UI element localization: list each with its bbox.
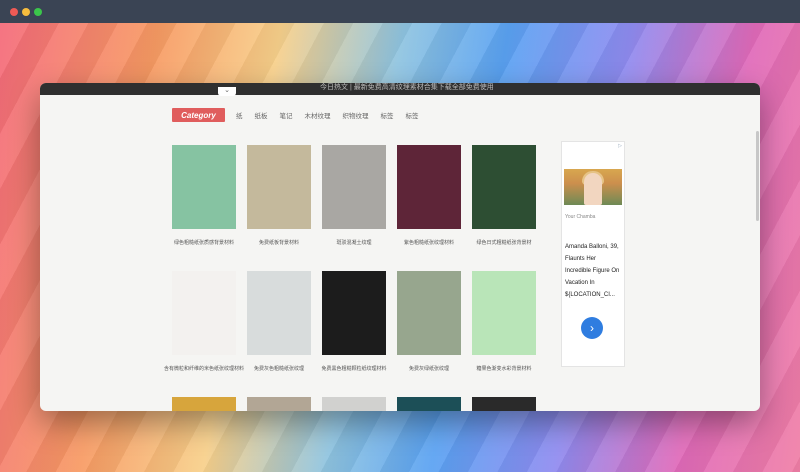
category-link[interactable]: 纸板: [255, 110, 268, 120]
window-titlebar: [0, 0, 800, 23]
texture-thumbnail[interactable]: [247, 397, 311, 411]
minimize-window-button[interactable]: [22, 8, 30, 16]
ad-choices-icon[interactable]: ▷: [618, 143, 622, 149]
category-link[interactable]: 标签: [381, 110, 394, 120]
texture-thumbnail[interactable]: [247, 271, 311, 355]
category-link[interactable]: 纸: [236, 110, 243, 120]
texture-thumbnail[interactable]: [397, 145, 461, 229]
chevron-down-icon: ⌄: [224, 87, 230, 94]
ad-sponsor: Your Chamba: [565, 214, 596, 220]
texture-thumbnail[interactable]: [172, 271, 236, 355]
texture-thumbnail[interactable]: [247, 145, 311, 229]
texture-card[interactable]: 绿色粗糙纸张质感背景材料: [172, 145, 236, 246]
texture-card[interactable]: [472, 397, 536, 411]
texture-thumbnail[interactable]: [472, 145, 536, 229]
texture-caption[interactable]: 绿色日式粗糙纸张背景材: [460, 239, 548, 246]
texture-card[interactable]: [247, 397, 311, 411]
category-nav: Category 纸 纸板 笔记 木材纹理 织物纹理 标签 标签: [172, 107, 431, 123]
scrollbar-thumb[interactable]: [756, 131, 759, 221]
texture-card[interactable]: 免费灰色粗糙纸张纹理: [247, 271, 311, 372]
texture-card[interactable]: 免费纸板背景材料: [247, 145, 311, 246]
zoom-window-button[interactable]: [34, 8, 42, 16]
category-link[interactable]: 标签: [406, 110, 419, 120]
announcement-text: 今日热文 | 最新免费高清纹理素材合集下载全部免费使用: [320, 84, 494, 91]
category-link[interactable]: 木材纹理: [305, 110, 331, 120]
texture-card[interactable]: 免费灰绿纸张纹理: [397, 271, 461, 372]
texture-thumbnail[interactable]: [322, 397, 386, 411]
texture-card[interactable]: 绿色日式粗糙纸张背景材: [472, 145, 536, 246]
close-window-button[interactable]: [10, 8, 18, 16]
texture-card[interactable]: [397, 397, 461, 411]
browser-window: 今日热文 | 最新免费高清纹理素材合集下载全部免费使用 ⌄ Category 纸…: [40, 83, 760, 411]
category-links: 纸 纸板 笔记 木材纹理 织物纹理 标签 标签: [236, 110, 431, 120]
expand-menu-button[interactable]: ⌄: [218, 87, 236, 96]
sponsored-ad[interactable]: ▷ Your Chamba Amanda Balloni, 39, Flaunt…: [561, 141, 625, 367]
texture-card[interactable]: 含有微粒和纤维的米色纸张纹理材料: [164, 271, 244, 372]
category-link[interactable]: 笔记: [280, 110, 293, 120]
texture-card[interactable]: 斑驳混凝土纹理: [322, 145, 386, 246]
texture-thumbnail[interactable]: [172, 145, 236, 229]
ad-image[interactable]: [564, 169, 622, 205]
texture-thumbnail[interactable]: [397, 397, 461, 411]
texture-card[interactable]: [322, 397, 386, 411]
texture-card[interactable]: 糖果色渐变水彩背景材料: [472, 271, 536, 372]
top-announcement-strip: 今日热文 | 最新免费高清纹理素材合集下载全部免费使用: [40, 83, 760, 95]
ad-headline[interactable]: Amanda Balloni, 39, Flaunts Her Incredib…: [565, 241, 623, 301]
category-button[interactable]: Category: [172, 108, 225, 122]
texture-caption[interactable]: 糖果色渐变水彩背景材料: [460, 365, 548, 372]
scrollbar[interactable]: [754, 95, 760, 411]
ad-cta-button[interactable]: ›: [581, 317, 603, 339]
chevron-right-icon: ›: [590, 321, 594, 335]
texture-thumbnail[interactable]: [172, 397, 236, 411]
texture-card[interactable]: 免费黑色粗糙颗粒纸纹理材料: [321, 271, 387, 372]
texture-thumbnail[interactable]: [397, 271, 461, 355]
texture-thumbnail[interactable]: [472, 271, 536, 355]
texture-thumbnail[interactable]: [322, 145, 386, 229]
texture-thumbnail[interactable]: [472, 397, 536, 411]
texture-card[interactable]: [172, 397, 236, 411]
category-link[interactable]: 织物纹理: [343, 110, 369, 120]
texture-card[interactable]: 紫色粗糙纸张纹理材料: [397, 145, 461, 246]
texture-thumbnail[interactable]: [322, 271, 386, 355]
